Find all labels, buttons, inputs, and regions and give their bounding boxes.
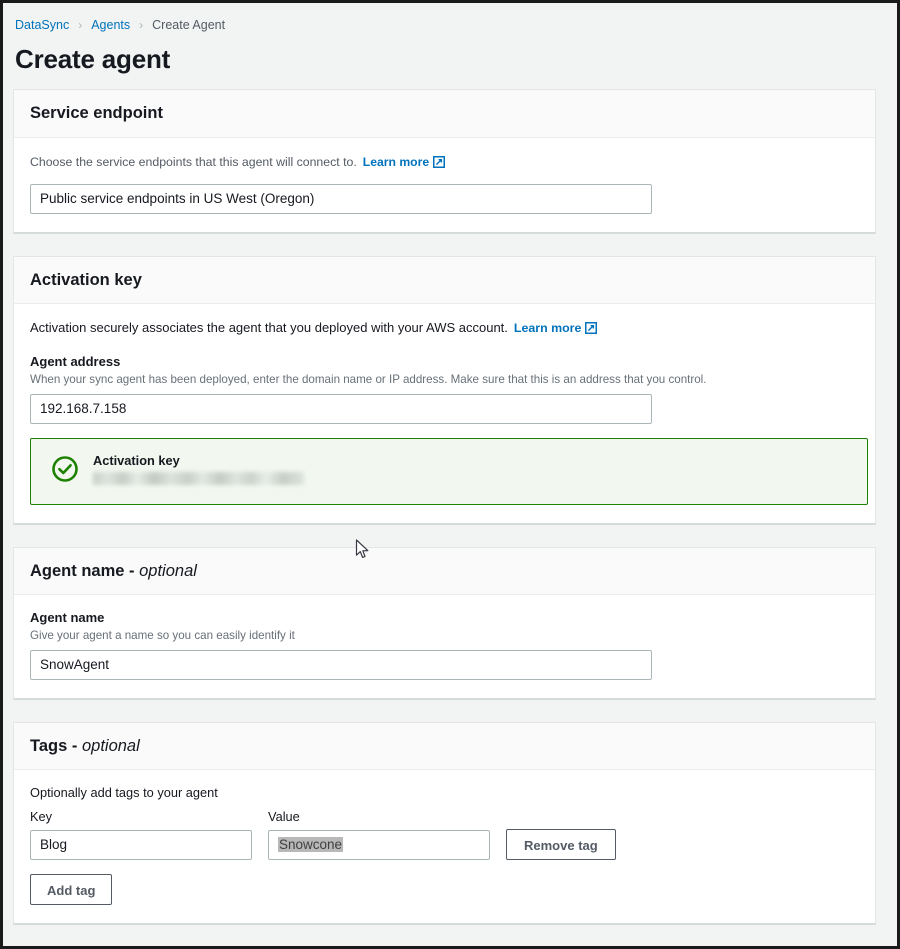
tags-intro-text: Optionally add tags to your agent — [30, 785, 859, 800]
breadcrumb-separator-icon: › — [78, 18, 82, 32]
breadcrumb-separator-icon: › — [139, 18, 143, 32]
agent-address-label: Agent address — [30, 354, 859, 371]
add-tag-button[interactable]: Add tag — [30, 874, 112, 905]
activation-learn-more-link[interactable]: Learn more — [514, 321, 581, 335]
panel-service-endpoint: Service endpoint Choose the service endp… — [13, 89, 876, 234]
tag-key-header: Key — [30, 809, 252, 826]
agent-name-hint: Give your agent a name so you can easily… — [30, 628, 859, 644]
agent-name-input[interactable] — [30, 650, 652, 680]
service-endpoint-learn-more-link[interactable]: Learn more — [363, 155, 429, 169]
activation-key-success-alert: Activation key — [30, 438, 868, 505]
breadcrumb-item-create-agent: Create Agent — [152, 18, 225, 32]
page-content: DataSync › Agents › Create Agent Create … — [3, 3, 897, 946]
tag-key-input[interactable] — [30, 830, 252, 860]
page-title: Create agent — [15, 45, 876, 75]
panel-activation-key: Activation key Activation securely assoc… — [13, 256, 876, 525]
agent-name-dash: - — [124, 562, 139, 580]
panel-header-agent-name: Agent name - optional — [14, 548, 875, 596]
panel-body-activation-key: Activation securely associates the agent… — [14, 304, 875, 522]
activation-key-alert-content: Activation key — [93, 453, 304, 486]
tag-row: Key Value Snowcone Remove tag — [30, 809, 859, 860]
section-title-tags-optional: optional — [82, 737, 140, 755]
breadcrumb-item-datasync[interactable]: DataSync — [15, 18, 69, 32]
service-endpoint-description: Choose the service endpoints that this a… — [30, 155, 357, 169]
external-link-icon[interactable] — [585, 321, 597, 339]
section-title-service-endpoint: Service endpoint — [30, 104, 859, 124]
breadcrumb-item-agents[interactable]: Agents — [91, 18, 130, 32]
panel-body-agent-name: Agent name Give your agent a name so you… — [14, 595, 875, 697]
activation-key-alert-title: Activation key — [93, 453, 304, 470]
panel-tags: Tags - optional Optionally add tags to y… — [13, 722, 876, 925]
section-title-tags: Tags - optional — [30, 737, 859, 757]
panel-header-activation-key: Activation key — [14, 257, 875, 305]
tag-value-header: Value — [268, 809, 490, 826]
agent-name-label: Agent name — [30, 610, 859, 627]
panel-body-service-endpoint: Choose the service endpoints that this a… — [14, 138, 875, 232]
service-endpoint-description-row: Choose the service endpoints that this a… — [30, 153, 859, 173]
section-title-agent-name: Agent name - optional — [30, 562, 859, 582]
tag-key-column: Key — [30, 809, 252, 860]
breadcrumb: DataSync › Agents › Create Agent — [13, 13, 876, 35]
panel-header-tags: Tags - optional — [14, 723, 875, 771]
tag-value-input[interactable]: Snowcone — [268, 830, 490, 860]
section-title-agent-name-text: Agent name — [30, 562, 124, 580]
panel-header-service-endpoint: Service endpoint — [14, 90, 875, 138]
tag-value-column: Value Snowcone — [268, 809, 490, 860]
activation-description: Activation securely associates the agent… — [30, 320, 508, 335]
agent-address-hint: When your sync agent has been deployed, … — [30, 372, 859, 388]
activation-description-row: Activation securely associates the agent… — [30, 319, 859, 339]
tags-dash: - — [67, 737, 82, 755]
external-link-icon[interactable] — [433, 155, 445, 173]
activation-key-value-redacted — [93, 472, 304, 485]
remove-tag-button[interactable]: Remove tag — [506, 829, 616, 860]
section-title-activation-key: Activation key — [30, 271, 859, 291]
tag-value-selected-text: Snowcone — [278, 837, 343, 852]
section-title-agent-name-optional: optional — [139, 562, 197, 580]
check-circle-icon — [51, 455, 79, 488]
section-title-tags-text: Tags — [30, 737, 67, 755]
panel-body-tags: Optionally add tags to your agent Key Va… — [14, 770, 875, 923]
service-endpoint-input[interactable] — [30, 184, 652, 214]
browser-page: DataSync › Agents › Create Agent Create … — [0, 0, 900, 949]
panel-agent-name: Agent name - optional Agent name Give yo… — [13, 547, 876, 700]
agent-address-input[interactable] — [30, 394, 652, 424]
